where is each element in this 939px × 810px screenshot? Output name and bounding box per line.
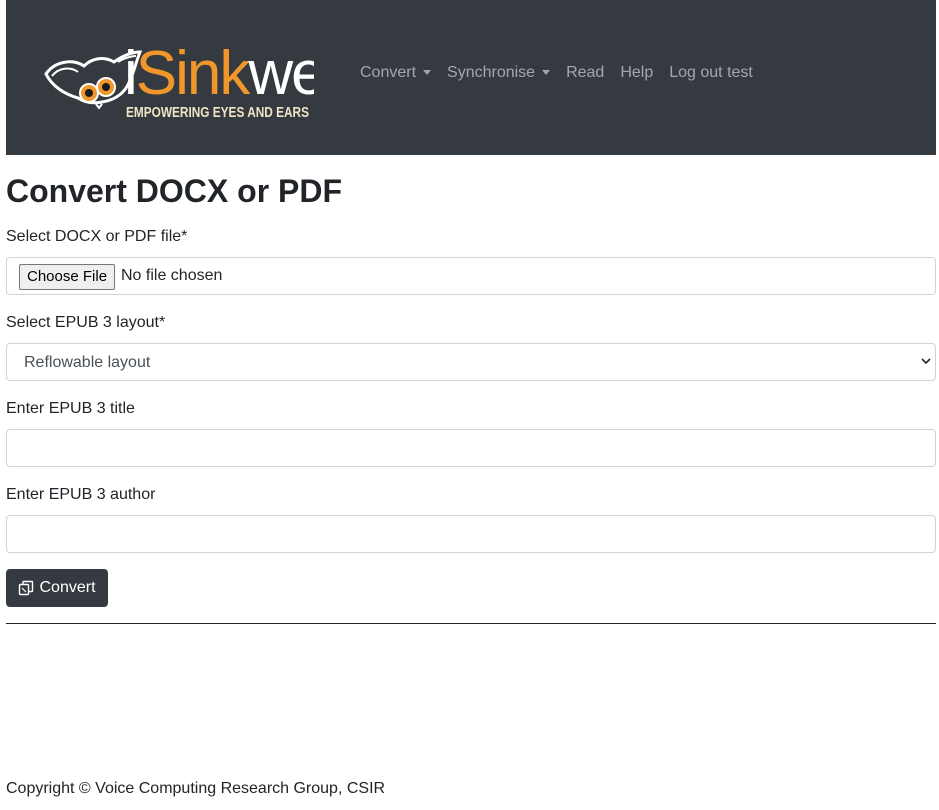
divider xyxy=(6,623,936,624)
layout-select[interactable]: Reflowable layout xyxy=(6,343,936,381)
brand-tagline: EMPOWERING EYES AND EARS xyxy=(126,105,309,121)
footer-copyright: Copyright © Voice Computing Research Gro… xyxy=(6,780,386,797)
brand-logo[interactable]: iSinkwe EMPOWERING EYES AND EARS xyxy=(44,22,314,126)
isinkwe-logo: iSinkwe EMPOWERING EYES AND EARS xyxy=(44,39,314,121)
nav-read-label: Read xyxy=(566,64,605,81)
nav-convert-label: Convert xyxy=(360,64,417,81)
nav-help[interactable]: Help xyxy=(612,61,661,85)
file-label: Select DOCX or PDF file* xyxy=(6,228,188,245)
layout-select-value: Reflowable layout xyxy=(24,354,151,371)
brand-wordmark: iSinkwe xyxy=(124,39,314,108)
chevron-down-icon xyxy=(423,69,432,75)
nav-read[interactable]: Read xyxy=(558,61,612,85)
title-label: Enter EPUB 3 title xyxy=(6,400,135,417)
convert-button[interactable]: Convert xyxy=(6,569,108,607)
layout-label: Select EPUB 3 layout* xyxy=(6,314,166,331)
nav-synchronise[interactable]: Synchronise xyxy=(439,61,558,85)
file-input[interactable]: Choose File No file chosen xyxy=(6,257,936,295)
nav-synchronise-label: Synchronise xyxy=(447,64,536,81)
author-label: Enter EPUB 3 author xyxy=(6,486,156,503)
nav-logout-label: Log out test xyxy=(669,64,753,81)
convert-button-label: Convert xyxy=(39,579,96,596)
navbar: iSinkwe EMPOWERING EYES AND EARS Convert… xyxy=(6,0,936,155)
author-input[interactable] xyxy=(6,515,936,553)
chevron-down-icon xyxy=(921,358,931,365)
nav-help-label: Help xyxy=(620,64,654,81)
page-title: Convert DOCX or PDF xyxy=(6,173,343,209)
nav-logout[interactable]: Log out test xyxy=(661,61,761,85)
chevron-down-icon xyxy=(542,69,551,75)
choose-file-button[interactable]: Choose File xyxy=(19,264,116,290)
file-status: No file chosen xyxy=(121,267,223,284)
copy-icon xyxy=(19,580,34,596)
nav-convert[interactable]: Convert xyxy=(352,61,439,85)
main-nav: Convert Synchronise Read Help Log out te… xyxy=(352,60,761,86)
title-input[interactable] xyxy=(6,429,936,467)
